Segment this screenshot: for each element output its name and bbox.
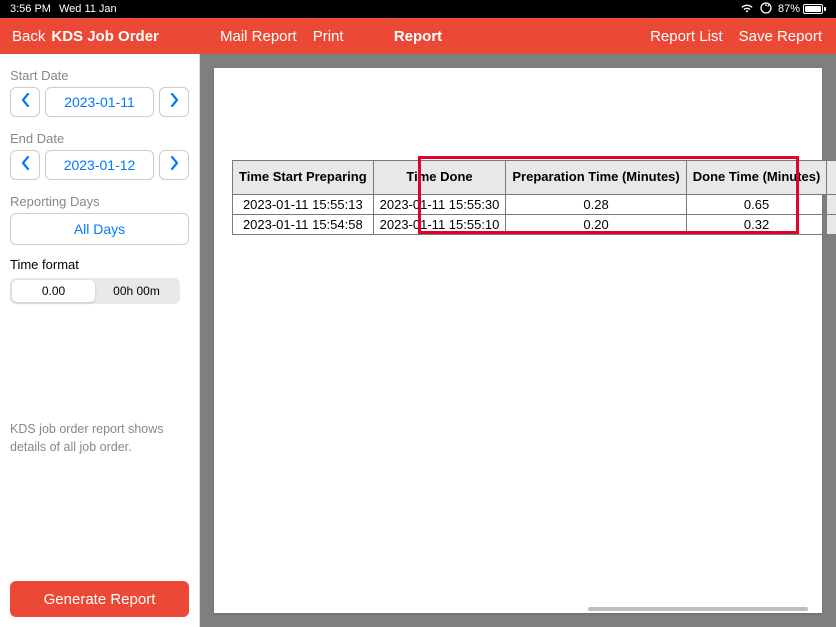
end-date-value: 2023-01-12 xyxy=(64,157,136,173)
col-time-done: Time Done xyxy=(373,161,506,195)
cell-extra xyxy=(827,215,836,235)
table-row: 2023-01-11 15:55:13 2023-01-11 15:55:30 … xyxy=(233,195,836,215)
start-date-button[interactable]: 2023-01-11 xyxy=(45,87,154,117)
col-done-time: Done Time (Minutes) xyxy=(686,161,827,195)
start-date-label: Start Date xyxy=(10,68,189,83)
battery-indicator: 87% xyxy=(778,3,826,15)
col-prep-time: Preparation Time (Minutes) xyxy=(506,161,686,195)
cell-dtime: 0.65 xyxy=(686,195,827,215)
battery-percent: 87% xyxy=(778,3,800,15)
sidebar-description: KDS job order report shows details of al… xyxy=(10,421,189,456)
cell-done: 2023-01-11 15:55:30 xyxy=(373,195,506,215)
time-format-hhmm-label: 00h 00m xyxy=(113,284,160,298)
generate-report-button[interactable]: Generate Report xyxy=(10,581,189,617)
cell-done: 2023-01-11 15:55:10 xyxy=(373,215,506,235)
status-bar: 3:56 PM Wed 11 Jan 87% xyxy=(0,0,836,18)
sync-icon xyxy=(760,2,772,17)
wifi-icon xyxy=(740,3,754,16)
report-list-button[interactable]: Report List xyxy=(650,28,723,45)
col-extra xyxy=(827,161,836,195)
table-row: 2023-01-11 15:54:58 2023-01-11 15:55:10 … xyxy=(233,215,836,235)
back-button[interactable]: Back xyxy=(12,28,45,45)
cell-start: 2023-01-11 15:54:58 xyxy=(233,215,374,235)
time-format-decimal-label: 0.00 xyxy=(42,284,65,298)
cell-start: 2023-01-11 15:55:13 xyxy=(233,195,374,215)
start-date-next-button[interactable] xyxy=(159,87,189,117)
generate-report-label: Generate Report xyxy=(44,591,156,608)
page-title: KDS Job Order xyxy=(51,28,159,45)
header-center-title: Report xyxy=(394,28,442,45)
end-date-button[interactable]: 2023-01-12 xyxy=(45,150,154,180)
cell-prep: 0.20 xyxy=(506,215,686,235)
chevron-right-icon xyxy=(170,93,179,112)
all-days-button[interactable]: All Days xyxy=(10,213,189,245)
chevron-right-icon xyxy=(170,156,179,175)
cell-dtime: 0.32 xyxy=(686,215,827,235)
start-date-prev-button[interactable] xyxy=(10,87,40,117)
save-report-button[interactable]: Save Report xyxy=(739,28,822,45)
sidebar: Start Date 2023-01-11 End Date 2023-01- xyxy=(0,54,200,627)
time-format-toggle: 0.00 00h 00m xyxy=(10,278,180,304)
report-viewport: Time Start Preparing Time Done Preparati… xyxy=(200,54,836,627)
cell-prep: 0.28 xyxy=(506,195,686,215)
mail-report-button[interactable]: Mail Report xyxy=(220,28,297,45)
end-date-label: End Date xyxy=(10,131,189,146)
end-date-prev-button[interactable] xyxy=(10,150,40,180)
cell-extra xyxy=(827,195,836,215)
chevron-left-icon xyxy=(21,93,30,112)
start-date-value: 2023-01-11 xyxy=(64,94,135,110)
report-page: Time Start Preparing Time Done Preparati… xyxy=(214,68,822,613)
col-time-start: Time Start Preparing xyxy=(233,161,374,195)
time-format-decimal[interactable]: 0.00 xyxy=(12,280,95,302)
chevron-left-icon xyxy=(21,156,30,175)
status-date: Wed 11 Jan xyxy=(59,3,117,15)
print-button[interactable]: Print xyxy=(313,28,344,45)
time-format-hhmm[interactable]: 00h 00m xyxy=(95,280,178,302)
time-format-label: Time format xyxy=(10,257,189,272)
end-date-next-button[interactable] xyxy=(159,150,189,180)
reporting-days-label: Reporting Days xyxy=(10,194,189,209)
app-header: Back KDS Job Order Mail Report Print Rep… xyxy=(0,18,836,54)
horizontal-scrollbar[interactable] xyxy=(588,607,808,611)
all-days-label: All Days xyxy=(74,221,125,237)
report-table: Time Start Preparing Time Done Preparati… xyxy=(232,160,836,235)
status-time: 3:56 PM xyxy=(10,3,51,15)
